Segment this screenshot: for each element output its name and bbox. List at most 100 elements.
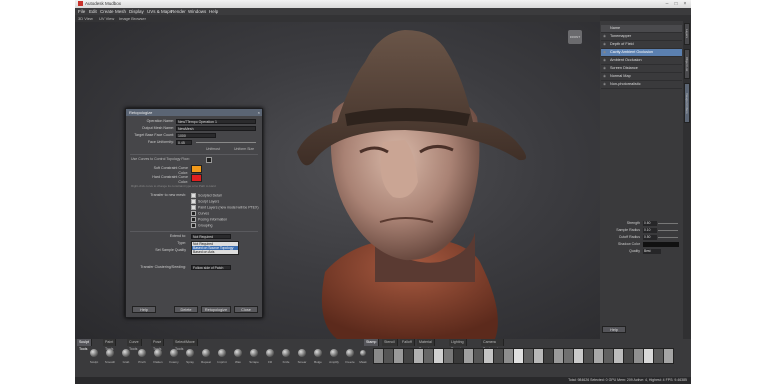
scrape-tool-icon[interactable]: [250, 349, 258, 357]
filters-help-button[interactable]: Help: [602, 326, 626, 333]
quality-dropdown[interactable]: Best: [643, 249, 661, 254]
face-uniformity-slider[interactable]: [196, 142, 256, 143]
menu-windows[interactable]: Windows: [188, 8, 206, 15]
menu-uvs-maps[interactable]: UVs & Maps: [147, 8, 172, 15]
output-mesh-field[interactable]: NewMesh: [176, 126, 256, 131]
tool-label: Scrape: [249, 360, 259, 364]
retopologize-button[interactable]: Retopologize: [201, 306, 231, 313]
filter-depth-of-field[interactable]: ◉ Depth of Field: [601, 41, 682, 49]
sample-radius-field[interactable]: 0.10: [643, 228, 657, 233]
tab-object-list[interactable]: Object List: [684, 49, 690, 79]
eye-icon[interactable]: ◉: [603, 65, 606, 72]
strength-field[interactable]: 0.60: [643, 221, 657, 226]
eye-icon[interactable]: ◉: [603, 33, 606, 40]
filter-tonemapper[interactable]: ◉ Tonemapper: [601, 33, 682, 41]
transfer-clustering-dropdown[interactable]: Follow side of Patch: [191, 265, 231, 270]
checkbox-icon: [191, 211, 196, 216]
fill-tool-icon[interactable]: [266, 349, 274, 357]
cutoff-radius-slider[interactable]: [658, 237, 678, 238]
operation-name-field[interactable]: NewTTempo Operation 1: [176, 119, 256, 124]
menu-file[interactable]: File: [78, 8, 85, 15]
imprint-tool-icon[interactable]: [218, 349, 226, 357]
tab-camera-bookmarks[interactable]: Camera Bookmarks: [481, 339, 504, 351]
filter-screen-distance[interactable]: ◉ Screen Distance: [601, 65, 682, 73]
menu-edit[interactable]: Edit: [89, 8, 97, 15]
check-paint-layers[interactable]: Paint Layers (new model will be PTEX): [191, 205, 259, 210]
sculpt-tool-icon[interactable]: [90, 349, 98, 357]
check-grouping[interactable]: Grouping: [191, 223, 212, 228]
eye-icon[interactable]: ◉: [603, 49, 606, 56]
face-uniformity-field[interactable]: 0.45: [176, 140, 192, 145]
menu-display[interactable]: Display: [129, 8, 144, 15]
menu-render[interactable]: Render: [171, 8, 186, 15]
filter-non-photorealistic[interactable]: ◉ Non-photorealistic: [601, 81, 682, 89]
face-count-field[interactable]: 1000: [176, 133, 216, 138]
menu-help[interactable]: Help: [209, 8, 218, 15]
tab-layers[interactable]: Layers: [684, 23, 690, 45]
eye-icon[interactable]: ◉: [603, 57, 606, 64]
type-dropdown-list[interactable]: Not Required Based on Source Topology Ba…: [191, 241, 239, 255]
amplify-tool-icon[interactable]: [330, 349, 338, 357]
soft-curve-color-swatch[interactable]: [191, 165, 202, 173]
uniformity-max-label: Uniform Size: [234, 147, 255, 151]
knife-tool-icon[interactable]: [282, 349, 290, 357]
check-sculpt-layers[interactable]: Sculpt Layers: [191, 199, 219, 204]
grab-tool-icon[interactable]: [122, 349, 130, 357]
flatten-tool-icon[interactable]: [154, 349, 162, 357]
tab-stamp[interactable]: Stamp: [364, 339, 380, 346]
tab-falloff[interactable]: Falloff: [400, 339, 415, 346]
freeze-tool-icon[interactable]: [346, 349, 354, 357]
maximize-icon[interactable]: □: [672, 0, 680, 8]
tab-sculpt-tools[interactable]: Sculpt Tools: [77, 339, 92, 351]
tab-image-browser[interactable]: Image Browser: [119, 15, 146, 22]
check-posing-information[interactable]: Posing Information: [191, 217, 227, 222]
check-sculpted-detail[interactable]: Sculpted Detail: [191, 193, 222, 198]
tab-pose-tools[interactable]: Pose Tools: [151, 339, 165, 351]
mask-tool-icon[interactable]: [360, 350, 366, 356]
dialog-close-icon[interactable]: ×: [258, 109, 260, 116]
filter-normal-map[interactable]: ◉ Normal Map: [601, 73, 682, 81]
sample-radius-slider[interactable]: [658, 230, 678, 231]
dropdown-option[interactable]: Based on Axis: [192, 250, 238, 254]
tab-material-presets[interactable]: Material Presets: [417, 339, 435, 351]
menu-mesh[interactable]: Mesh: [115, 8, 126, 15]
tab-stencil[interactable]: Stencil: [382, 339, 398, 346]
cutoff-radius-field[interactable]: 0.50: [643, 235, 657, 240]
extend-dropdown[interactable]: Not Required: [191, 234, 231, 239]
repeat-tool-icon[interactable]: [202, 349, 210, 357]
output-mesh-label: Output Mesh Name:: [141, 126, 174, 130]
tab-3d-view[interactable]: 3D View: [78, 15, 93, 22]
pinch-tool-icon[interactable]: [138, 349, 146, 357]
wax-tool-icon[interactable]: [234, 349, 242, 357]
tab-curve-tools[interactable]: Curve Tools: [127, 339, 142, 351]
eye-icon[interactable]: ◉: [603, 41, 606, 48]
help-button[interactable]: Help: [132, 306, 156, 313]
smooth-tool-icon[interactable]: [106, 349, 114, 357]
tab-uv-view[interactable]: UV View: [99, 15, 114, 22]
tab-viewport-filters[interactable]: Viewport Filters: [684, 83, 690, 123]
minimize-icon[interactable]: –: [663, 0, 671, 8]
strength-slider[interactable]: [658, 223, 678, 224]
hard-curve-color-swatch[interactable]: [191, 174, 202, 182]
delete-button[interactable]: Delete: [174, 306, 198, 313]
eye-icon[interactable]: ◉: [603, 73, 606, 80]
smear-tool-icon[interactable]: [298, 349, 306, 357]
bulge-tool-icon[interactable]: [314, 349, 322, 357]
3d-viewport[interactable]: FRONT Retopologize × Operation Name: New…: [75, 22, 600, 339]
filter-cavity-ambient-occlusion[interactable]: ◉ Cavity Ambient Occlusion: [601, 49, 682, 57]
tool-label: Fill: [268, 360, 272, 364]
stamp-thumbnail[interactable]: [663, 348, 674, 364]
tab-paint-tools[interactable]: Paint Tools: [103, 339, 117, 351]
use-curves-checkbox[interactable]: [206, 157, 212, 163]
shadow-color-swatch[interactable]: [643, 242, 679, 247]
tab-lighting-presets[interactable]: Lighting Presets: [449, 339, 467, 351]
check-curves[interactable]: Curves: [191, 211, 209, 216]
tab-select-move-tools[interactable]: Select/Move Tools: [173, 339, 198, 351]
close-icon[interactable]: ×: [681, 0, 689, 8]
foamy-tool-icon[interactable]: [170, 349, 178, 357]
close-button[interactable]: Close: [234, 306, 258, 313]
menu-create[interactable]: Create: [100, 8, 114, 15]
filter-ambient-occlusion[interactable]: ◉ Ambient Occlusion: [601, 57, 682, 65]
eye-icon[interactable]: ◉: [603, 81, 606, 88]
spray-tool-icon[interactable]: [186, 349, 194, 357]
